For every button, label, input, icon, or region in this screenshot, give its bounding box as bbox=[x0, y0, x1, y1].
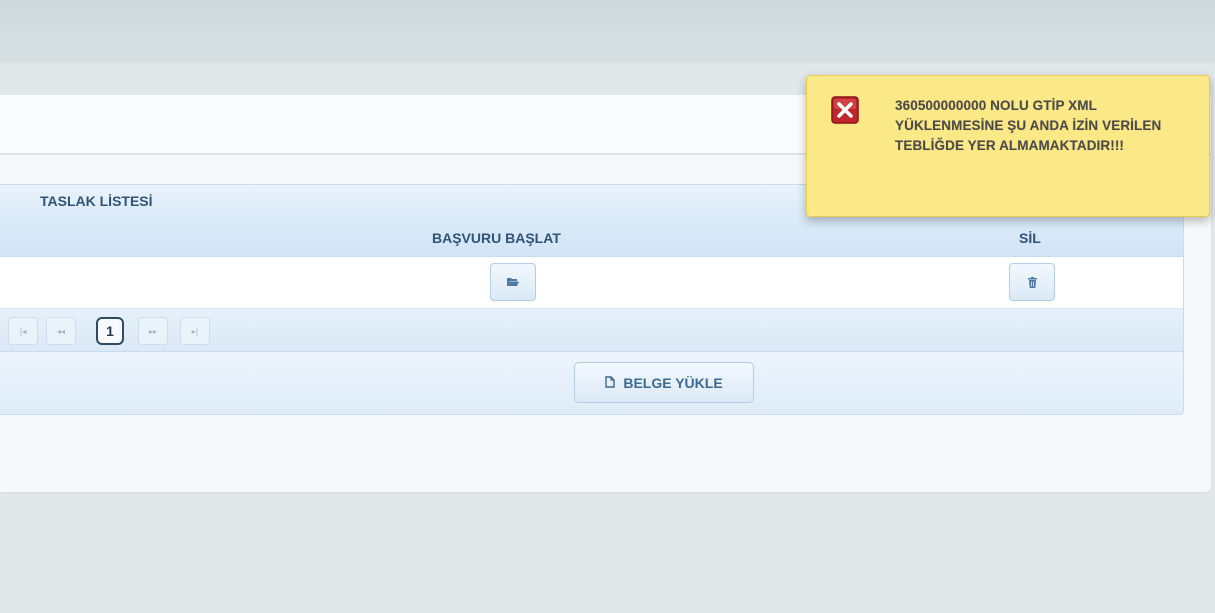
draft-list-panel: TASLAK LİSTESİ BAŞVURU BAŞLAT SİL |◂ ◂◂ … bbox=[0, 184, 1184, 415]
panel-footer: BELGE YÜKLE bbox=[0, 352, 1183, 414]
column-header-row: BAŞVURU BAŞLAT SİL bbox=[0, 221, 1183, 257]
next-page-button[interactable]: ▸▸ bbox=[138, 317, 168, 345]
error-toast[interactable]: 360500000000 NOLU GTİP XML YÜKLENMESİNE … bbox=[806, 75, 1210, 217]
trash-icon bbox=[1027, 276, 1037, 288]
current-page[interactable]: 1 bbox=[96, 317, 124, 345]
first-page-button[interactable]: |◂ bbox=[8, 317, 38, 345]
pagination: |◂ ◂◂ 1 ▸▸ ▸| bbox=[0, 309, 1183, 352]
toast-message: 360500000000 NOLU GTİP XML YÜKLENMESİNE … bbox=[895, 98, 1162, 153]
column-header-start-application: BAŞVURU BAŞLAT bbox=[432, 230, 561, 246]
delete-button[interactable] bbox=[1009, 263, 1055, 301]
document-icon bbox=[605, 375, 616, 391]
panel-title: TASLAK LİSTESİ bbox=[40, 193, 153, 209]
table-row bbox=[0, 257, 1183, 309]
folder-open-icon bbox=[507, 277, 519, 287]
last-page-button[interactable]: ▸| bbox=[180, 317, 210, 345]
close-box-icon[interactable] bbox=[831, 96, 859, 124]
column-header-delete: SİL bbox=[1019, 230, 1041, 246]
top-bar bbox=[0, 0, 1215, 60]
upload-document-label: BELGE YÜKLE bbox=[623, 374, 723, 391]
previous-page-button[interactable]: ◂◂ bbox=[46, 317, 76, 345]
start-application-button[interactable] bbox=[490, 263, 536, 301]
upload-document-button[interactable]: BELGE YÜKLE bbox=[574, 362, 754, 403]
